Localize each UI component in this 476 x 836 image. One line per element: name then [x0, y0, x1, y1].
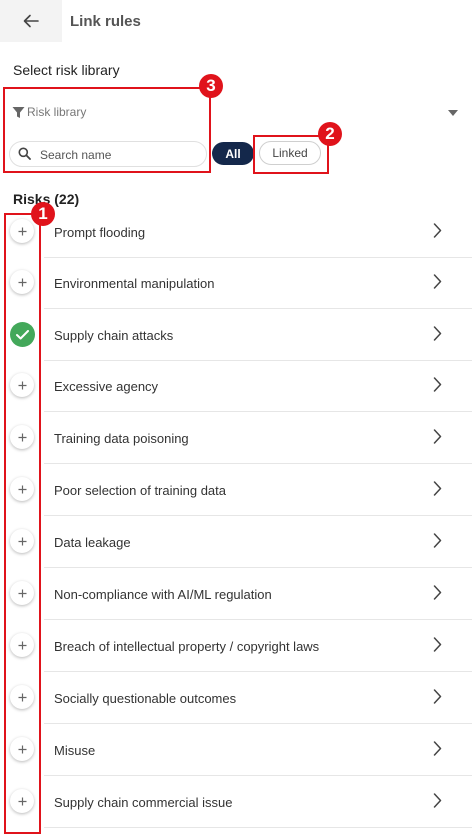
- arrow-left-icon: [23, 14, 39, 28]
- risk-label: Misuse: [54, 743, 96, 758]
- risk-row[interactable]: Excessive agency: [0, 360, 472, 412]
- filter-linked-button[interactable]: Linked: [259, 141, 321, 165]
- page-title: Link rules: [70, 13, 141, 30]
- risk-row[interactable]: Supply chain commercial issue: [0, 776, 472, 828]
- add-risk-button[interactable]: [10, 685, 34, 709]
- chevron-right-icon[interactable]: [433, 741, 442, 761]
- risk-row[interactable]: Misuse: [0, 724, 472, 776]
- risk-row[interactable]: Poor selection of training data: [0, 464, 472, 516]
- chevron-right-icon[interactable]: [433, 637, 442, 657]
- filter-all-button[interactable]: All: [212, 142, 254, 165]
- annotation-badge-2: 2: [318, 122, 342, 146]
- plus-icon: [18, 797, 26, 805]
- add-risk-button[interactable]: [10, 270, 34, 294]
- add-risk-button[interactable]: [10, 373, 34, 397]
- risk-label: Supply chain attacks: [54, 328, 174, 343]
- chevron-right-icon[interactable]: [433, 533, 442, 553]
- chevron-right-icon[interactable]: [433, 793, 442, 813]
- annotation-badge-3: 3: [199, 74, 223, 98]
- filter-icon: [12, 107, 25, 118]
- plus-icon: [18, 745, 26, 753]
- caret-down-icon[interactable]: [448, 110, 458, 116]
- risk-label: Socially questionable outcomes: [54, 691, 237, 706]
- risk-library-placeholder: Risk library: [27, 105, 87, 119]
- chevron-right-icon[interactable]: [433, 377, 442, 397]
- risk-label: Supply chain commercial issue: [54, 795, 233, 810]
- add-risk-button[interactable]: [10, 477, 34, 501]
- risk-row[interactable]: Prompt flooding: [0, 206, 472, 258]
- plus-icon: [18, 589, 26, 597]
- select-library-label: Select risk library: [13, 62, 120, 78]
- risk-row[interactable]: Supply chain attacks: [0, 309, 472, 361]
- back-button[interactable]: [0, 0, 62, 42]
- search-box[interactable]: [9, 141, 207, 167]
- risk-row[interactable]: Training data poisoning: [0, 412, 472, 464]
- risk-label: Breach of intellectual property / copyri…: [54, 639, 320, 654]
- add-risk-button[interactable]: [10, 219, 34, 243]
- add-risk-button[interactable]: [10, 789, 34, 813]
- plus-icon: [18, 693, 26, 701]
- plus-icon: [18, 278, 26, 286]
- row-divider: [44, 827, 472, 828]
- header: Link rules: [0, 0, 476, 44]
- risk-label: Non-compliance with AI/ML regulation: [54, 587, 272, 602]
- check-icon: [16, 329, 29, 339]
- annotation-badge-1: 1: [31, 202, 55, 226]
- plus-icon: [18, 485, 26, 493]
- risk-row[interactable]: Breach of intellectual property / copyri…: [0, 620, 472, 672]
- add-risk-button[interactable]: [10, 633, 34, 657]
- risk-label: Excessive agency: [54, 379, 159, 394]
- chevron-right-icon[interactable]: [433, 326, 442, 346]
- add-risk-button[interactable]: [10, 529, 34, 553]
- plus-icon: [18, 433, 26, 441]
- chevron-right-icon[interactable]: [433, 585, 442, 605]
- add-risk-button[interactable]: [10, 425, 34, 449]
- plus-icon: [18, 641, 26, 649]
- chevron-right-icon[interactable]: [433, 274, 442, 294]
- risk-label: Environmental manipulation: [54, 276, 215, 291]
- risk-label: Poor selection of training data: [54, 483, 226, 498]
- plus-icon: [18, 537, 26, 545]
- risk-row[interactable]: Data leakage: [0, 516, 472, 568]
- chevron-right-icon[interactable]: [433, 689, 442, 709]
- chevron-right-icon[interactable]: [433, 429, 442, 449]
- risk-label: Training data poisoning: [54, 431, 189, 446]
- linked-check-button[interactable]: [10, 322, 35, 347]
- plus-icon: [18, 227, 26, 235]
- risk-row[interactable]: Socially questionable outcomes: [0, 672, 472, 724]
- search-icon: [18, 147, 31, 160]
- risk-label: Prompt flooding: [54, 225, 146, 240]
- add-risk-button[interactable]: [10, 581, 34, 605]
- chevron-right-icon[interactable]: [433, 481, 442, 501]
- risk-label: Data leakage: [54, 535, 131, 550]
- risk-row[interactable]: Environmental manipulation: [0, 257, 472, 309]
- plus-icon: [18, 381, 26, 389]
- risk-row[interactable]: Non-compliance with AI/ML regulation: [0, 568, 472, 620]
- add-risk-button[interactable]: [10, 737, 34, 761]
- risk-library-select[interactable]: Risk library: [12, 101, 464, 125]
- search-input[interactable]: [38, 145, 202, 165]
- chevron-right-icon[interactable]: [433, 223, 442, 243]
